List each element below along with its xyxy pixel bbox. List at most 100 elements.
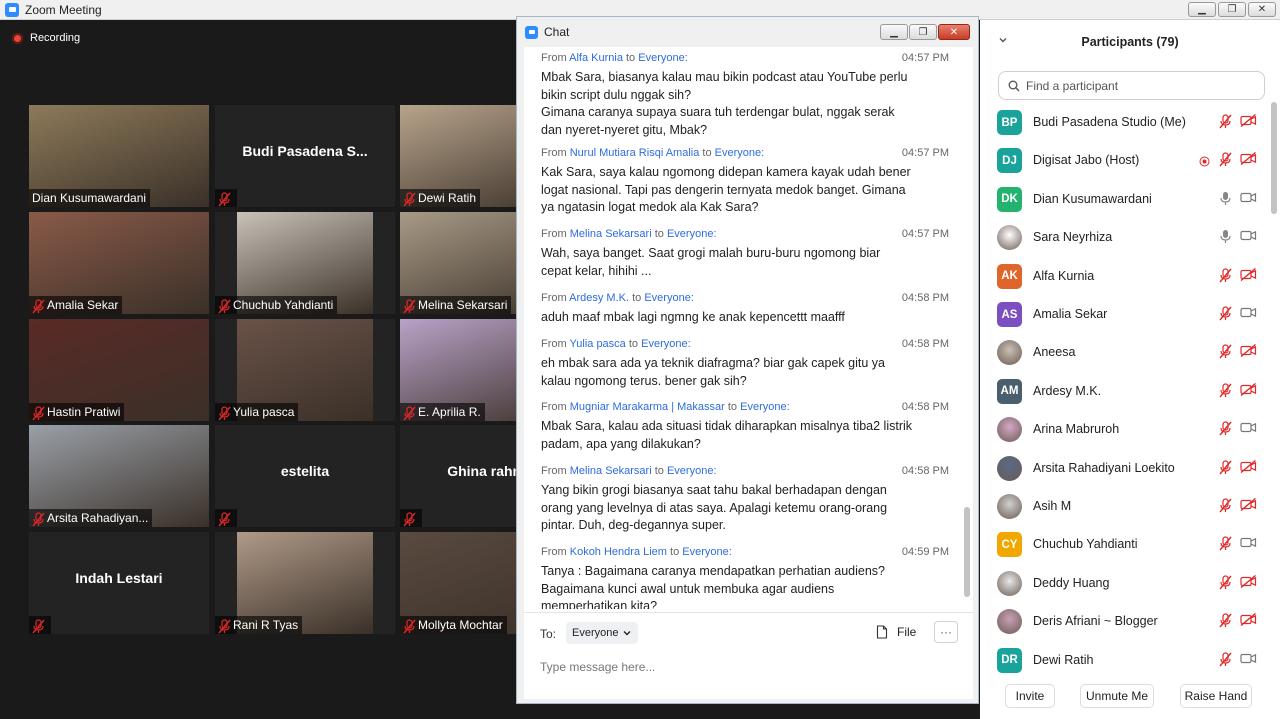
video-icon[interactable] xyxy=(1240,536,1257,554)
participant-row[interactable]: Arsita Rahadiyani Loekito xyxy=(980,449,1270,487)
video-off-icon[interactable] xyxy=(1240,382,1257,401)
video-icon[interactable] xyxy=(1240,306,1257,324)
video-tile[interactable]: Budi Pasadena S... xyxy=(215,105,395,207)
participant-name: Arina Mabruroh xyxy=(1033,422,1120,437)
participant-row[interactable]: BP Budi Pasadena Studio (Me) xyxy=(980,103,1270,141)
file-button[interactable]: File xyxy=(876,625,916,639)
video-icon[interactable] xyxy=(1240,652,1257,670)
video-off-icon[interactable] xyxy=(1240,113,1257,132)
muted-mic-icon[interactable] xyxy=(1219,575,1232,595)
chat-scrollbar[interactable] xyxy=(964,50,970,602)
muted-mic-icon[interactable] xyxy=(1219,651,1232,672)
participant-row[interactable]: Arina Mabruroh xyxy=(980,410,1270,448)
message-line: ya ngatasin logat medok ala Kak Sara? xyxy=(541,200,759,214)
invite-button[interactable]: Invite xyxy=(1005,684,1055,708)
restore-button[interactable]: ❐ xyxy=(1218,2,1246,17)
chat-close-button[interactable]: ✕ xyxy=(938,24,970,40)
message-text: eh mbak sara ada ya teknik diafragma? bi… xyxy=(541,355,949,390)
participant-search-input[interactable] xyxy=(1026,78,1246,93)
video-tile[interactable]: Yulia pasca xyxy=(215,319,395,421)
muted-mic-icon[interactable] xyxy=(1219,536,1232,556)
participants-scroll-thumb[interactable] xyxy=(1271,102,1277,214)
muted-mic-icon[interactable] xyxy=(1219,421,1232,441)
video-icon[interactable] xyxy=(1240,229,1257,247)
video-tile[interactable]: Arsita Rahadiyan... xyxy=(29,425,209,527)
to-word: to xyxy=(632,292,642,304)
video-off-icon[interactable] xyxy=(1240,267,1257,286)
video-icon[interactable] xyxy=(1240,421,1257,439)
muted-mic-icon[interactable] xyxy=(1219,498,1232,518)
participants-scrollbar[interactable] xyxy=(1271,102,1277,670)
sender-name[interactable]: Ardesy M.K. xyxy=(569,292,629,304)
video-tile[interactable]: Amalia Sekar xyxy=(29,212,209,314)
muted-mic-icon[interactable] xyxy=(1219,114,1232,134)
raise-hand-button[interactable]: Raise Hand xyxy=(1180,684,1252,708)
mic-icon[interactable] xyxy=(1219,191,1232,211)
recipient-name[interactable]: Everyone: xyxy=(667,228,717,240)
chat-scroll-thumb[interactable] xyxy=(964,507,970,597)
sender-name[interactable]: Melina Sekarsari xyxy=(570,465,652,477)
recipient-name[interactable]: Everyone: xyxy=(638,52,688,64)
muted-mic-icon[interactable] xyxy=(1219,383,1232,403)
recipient-name[interactable]: Everyone: xyxy=(641,338,691,350)
participant-row[interactable]: DJ Digisat Jabo (Host) xyxy=(980,141,1270,179)
sender-name[interactable]: Kokoh Hendra Liem xyxy=(570,546,667,558)
video-off-icon[interactable] xyxy=(1240,613,1257,631)
participant-row[interactable]: AS Amalia Sekar xyxy=(980,295,1270,333)
muted-mic-icon[interactable] xyxy=(1219,344,1232,364)
minimize-button[interactable]: ▁ xyxy=(1188,2,1216,17)
more-options-button[interactable]: ··· xyxy=(934,621,958,643)
muted-mic-icon[interactable] xyxy=(1219,267,1232,288)
mic-icon[interactable] xyxy=(1219,229,1232,249)
video-off-icon[interactable] xyxy=(1240,344,1257,362)
muted-mic-icon[interactable] xyxy=(1219,613,1232,633)
muted-mic-icon[interactable] xyxy=(1219,152,1232,172)
video-off-icon[interactable] xyxy=(1240,152,1257,170)
unmute-me-button[interactable]: Unmute Me xyxy=(1080,684,1154,708)
muted-mic-icon[interactable] xyxy=(1219,459,1232,480)
muted-mic-icon[interactable] xyxy=(1219,306,1232,326)
video-off-icon[interactable] xyxy=(1240,574,1257,593)
video-tile[interactable]: Chuchub Yahdianti xyxy=(215,212,395,314)
recipient-name[interactable]: Everyone: xyxy=(682,546,732,558)
participant-search[interactable] xyxy=(998,71,1265,100)
sender-name[interactable]: Melina Sekarsari xyxy=(570,228,652,240)
participant-row[interactable]: AK Alfa Kurnia xyxy=(980,257,1270,295)
participant-row[interactable]: Asih M xyxy=(980,487,1270,525)
video-tile[interactable]: Hastin Pratiwi xyxy=(29,319,209,421)
video-off-icon[interactable] xyxy=(1240,459,1257,478)
chat-body: From Alfa Kurnia to Everyone: 04:57 PM Mba… xyxy=(524,47,973,699)
chat-message-input[interactable] xyxy=(540,657,940,677)
sender-name[interactable]: Alfa Kurnia xyxy=(569,52,623,64)
participant-row[interactable]: Deddy Huang xyxy=(980,564,1270,602)
video-off-icon[interactable] xyxy=(1240,497,1257,516)
participant-row[interactable]: DR Dewi Ratih xyxy=(980,641,1270,673)
recipient-dropdown[interactable]: Everyone xyxy=(566,622,639,644)
video-tile[interactable]: Rani R Tyas xyxy=(215,532,395,634)
video-icon[interactable] xyxy=(1240,191,1257,209)
recipient-name[interactable]: Everyone: xyxy=(667,465,717,477)
video-tile[interactable]: Indah Lestari xyxy=(29,532,209,634)
chat-restore-button[interactable]: ❐ xyxy=(909,24,937,40)
sender-name[interactable]: Mugniar Marakarma | Makassar xyxy=(570,401,725,413)
from-label: From xyxy=(541,338,567,350)
recipient-name[interactable]: Everyone: xyxy=(644,292,694,304)
sender-name[interactable]: Yulia pasca xyxy=(570,338,626,350)
recording-indicator: Recording xyxy=(12,32,80,44)
tile-name: Hastin Pratiwi xyxy=(47,405,121,419)
participant-row[interactable]: AM Ardesy M.K. xyxy=(980,372,1270,410)
chat-messages[interactable]: From Alfa Kurnia to Everyone: 04:57 PM Mba… xyxy=(524,47,964,609)
video-tile[interactable]: estelita xyxy=(215,425,395,527)
recipient-name[interactable]: Everyone: xyxy=(715,147,765,159)
close-button[interactable]: ✕ xyxy=(1248,2,1276,17)
participant-row[interactable]: Deris Afriani ~ Blogger xyxy=(980,602,1270,640)
sender-name[interactable]: Nurul Mutiara Risqi Amalia xyxy=(570,147,700,159)
participant-row[interactable]: Sara Neyrhiza xyxy=(980,218,1270,256)
participant-row[interactable]: DK Dian Kusumawardani xyxy=(980,180,1270,218)
participant-row[interactable]: Aneesa xyxy=(980,333,1270,371)
recipient-name[interactable]: Everyone: xyxy=(740,401,790,413)
chat-minimize-button[interactable]: ▁ xyxy=(880,24,908,40)
participant-avatar: DJ xyxy=(997,148,1022,174)
video-tile[interactable]: Dian Kusumawardani xyxy=(29,105,209,207)
participant-row[interactable]: CY Chuchub Yahdianti xyxy=(980,525,1270,563)
